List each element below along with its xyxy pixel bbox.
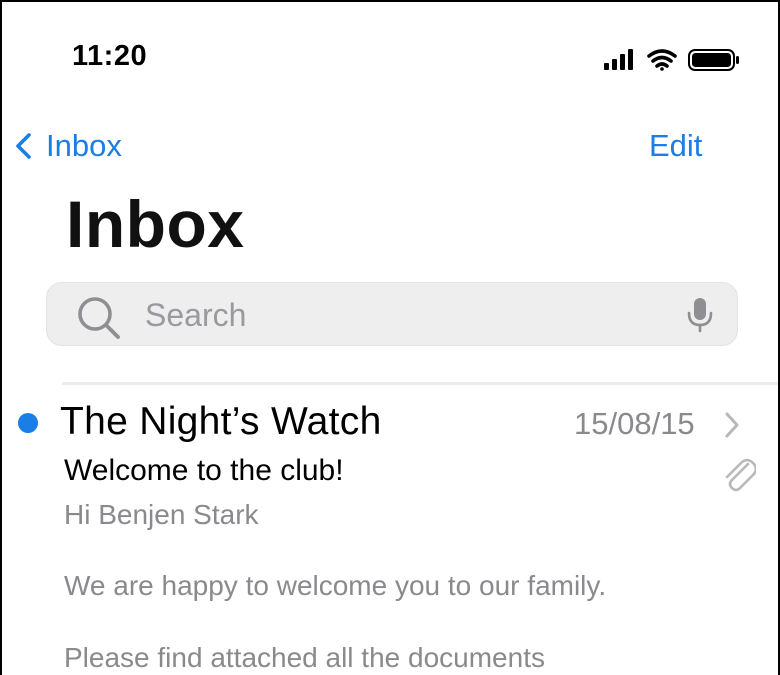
message-subject: Welcome to the club! [64,454,344,487]
microphone-icon[interactable] [685,296,715,334]
search-input[interactable] [145,295,645,335]
message-date: 15/08/15 [574,406,695,441]
message-preview-line: We are happy to welcome you to our famil… [64,570,607,601]
screen: 11:20 Inbox Edit Inbox Search The Night’… [0,0,780,675]
edit-button[interactable]: Edit [649,128,702,164]
page-title: Inbox [66,187,245,261]
status-time: 11:20 [72,40,148,72]
message-preview-line: Hi Benjen Stark [64,499,259,530]
paperclip-icon [725,458,756,492]
list-divider [62,382,778,385]
status-icons [604,49,739,71]
chevron-left-icon [16,133,31,159]
back-button[interactable]: Inbox [14,126,122,166]
cellular-signal-icon [604,49,633,70]
chevron-right-icon [725,412,739,438]
wifi-icon [647,49,677,71]
unread-indicator [18,413,38,433]
search-bar[interactable] [46,282,738,346]
search-icon [78,297,120,339]
battery-icon [688,49,739,71]
back-button-label: Inbox [46,128,122,163]
message-sender: The Night’s Watch [60,400,382,443]
message-preview-line: Please find attached all the documents [64,642,545,673]
message-row[interactable]: The Night’s Watch 15/08/15 Welcome to th… [2,386,778,675]
